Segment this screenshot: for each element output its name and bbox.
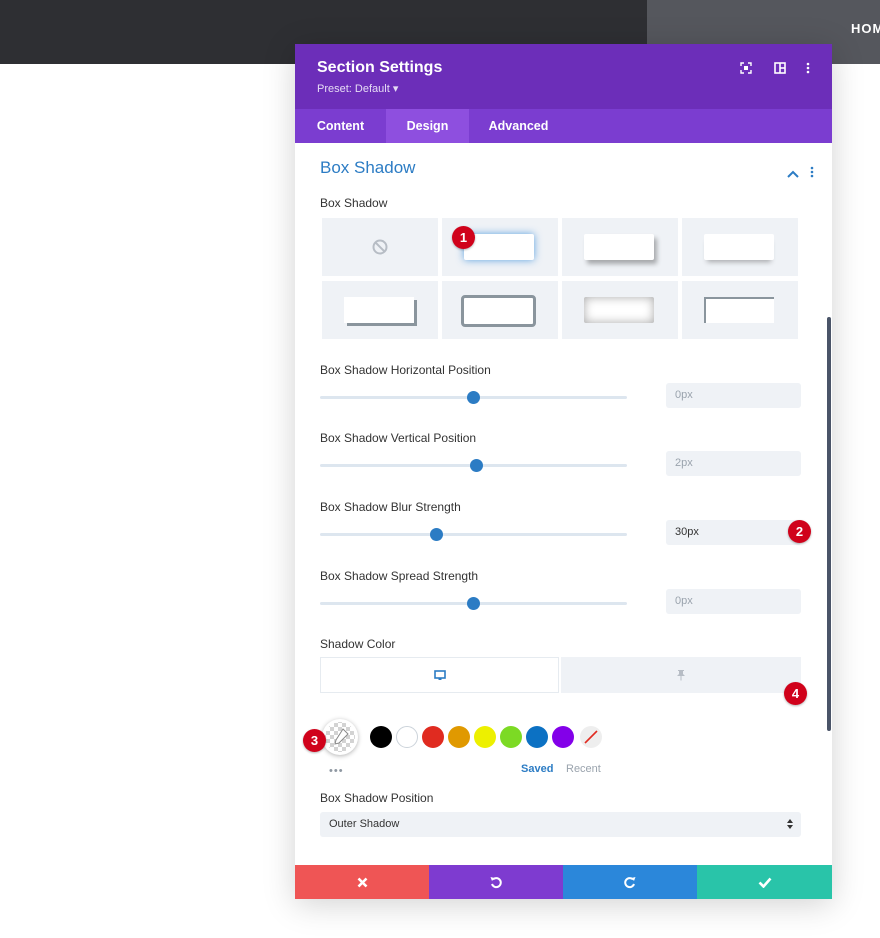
save-button[interactable] — [697, 865, 832, 899]
close-icon — [357, 877, 367, 887]
v-position-thumb[interactable] — [470, 459, 484, 472]
shadow-preview — [704, 297, 774, 323]
v-position-label: Box Shadow Vertical Position — [320, 431, 477, 445]
settings-tabs: Content Design Advanced — [295, 109, 832, 143]
shadow-position-value: Outer Shadow — [329, 818, 400, 830]
section-settings-modal: Section Settings Preset: Default ▾ Conte… — [295, 44, 832, 899]
split-view-icon[interactable] — [772, 60, 788, 76]
shadow-preset-7[interactable] — [682, 281, 798, 339]
shadow-position-label: Box Shadow Position — [320, 791, 434, 805]
shadow-preset-6[interactable] — [562, 281, 678, 339]
swatch-blue[interactable] — [526, 726, 548, 748]
tab-design[interactable]: Design — [386, 109, 469, 143]
fullscreen-icon[interactable] — [738, 60, 754, 76]
shadow-preview — [584, 297, 654, 323]
swatch-clear[interactable] — [580, 726, 602, 748]
shadow-position-select[interactable]: Outer Shadow — [320, 812, 801, 837]
shadow-preset-5[interactable] — [442, 281, 558, 339]
shadow-preset-2[interactable] — [562, 218, 678, 276]
more-options-icon[interactable] — [800, 60, 816, 76]
undo-button[interactable] — [429, 865, 563, 899]
color-picker-current[interactable] — [322, 719, 358, 755]
shadow-preset-none[interactable] — [322, 218, 438, 276]
swatch-purple[interactable] — [552, 726, 574, 748]
blur-strength-thumb[interactable] — [430, 528, 444, 541]
modal-footer — [295, 865, 832, 899]
settings-content: Box Shadow Box Shadow Box Shadow Horizon… — [295, 143, 832, 865]
h-position-thumb[interactable] — [467, 391, 480, 404]
device-tabs — [320, 657, 801, 693]
undo-icon — [490, 877, 502, 889]
saved-tab[interactable]: Saved — [521, 763, 553, 775]
swatch-green[interactable] — [500, 726, 522, 748]
discard-button[interactable] — [295, 865, 429, 899]
redo-button[interactable] — [563, 865, 697, 899]
preset-dropdown[interactable]: Preset: Default ▾ — [317, 82, 398, 95]
h-position-input[interactable]: 0px — [666, 383, 801, 408]
shadow-preview — [704, 234, 774, 260]
scrollbar[interactable] — [827, 317, 831, 731]
transparent-checker-icon — [325, 722, 355, 752]
swatch-yellow[interactable] — [474, 726, 496, 748]
recent-tab[interactable]: Recent — [566, 763, 601, 775]
modal-title: Section Settings — [317, 59, 443, 76]
shadow-preset-4[interactable] — [322, 281, 438, 339]
box-shadow-label: Box Shadow — [320, 196, 388, 210]
tab-content[interactable]: Content — [295, 109, 386, 143]
blur-strength-slider[interactable] — [320, 533, 627, 536]
annotation-marker-1: 1 — [452, 226, 475, 249]
h-position-label: Box Shadow Horizontal Position — [320, 363, 491, 377]
annotation-marker-4: 4 — [784, 682, 807, 705]
annotation-marker-2: 2 — [788, 520, 811, 543]
tab-hover[interactable] — [561, 657, 801, 693]
annotation-marker-3: 3 — [303, 729, 326, 752]
redo-icon — [624, 877, 636, 889]
no-shadow-icon — [372, 239, 388, 255]
more-colors-dots[interactable]: ••• — [329, 765, 344, 777]
select-arrows-icon — [787, 819, 793, 829]
pin-icon — [677, 670, 685, 681]
spread-strength-thumb[interactable] — [467, 597, 480, 610]
spread-strength-label: Box Shadow Spread Strength — [320, 569, 479, 583]
no-color-icon — [584, 730, 598, 744]
swatch-red[interactable] — [422, 726, 444, 748]
shadow-color-label: Shadow Color — [320, 637, 396, 651]
swatch-white[interactable] — [396, 726, 418, 748]
shadow-preview — [344, 297, 414, 323]
section-more-icon[interactable] — [810, 161, 814, 183]
blur-strength-input[interactable]: 30px — [666, 520, 801, 545]
v-position-input[interactable]: 2px — [666, 451, 801, 476]
blur-strength-label: Box Shadow Blur Strength — [320, 500, 461, 514]
swatch-orange[interactable] — [448, 726, 470, 748]
shadow-preview — [584, 234, 654, 260]
shadow-preview — [461, 295, 536, 327]
checkmark-icon — [758, 877, 771, 888]
swatch-black[interactable] — [370, 726, 392, 748]
desktop-icon — [433, 669, 446, 680]
section-title[interactable]: Box Shadow — [320, 158, 415, 178]
nav-link-home[interactable]: HOM — [851, 21, 880, 36]
spread-strength-input[interactable]: 0px — [666, 589, 801, 614]
shadow-preset-3[interactable] — [682, 218, 798, 276]
chevron-up-icon[interactable] — [787, 161, 799, 183]
tab-advanced[interactable]: Advanced — [469, 109, 568, 143]
modal-header: Section Settings Preset: Default ▾ — [295, 44, 832, 109]
tab-desktop[interactable] — [320, 657, 559, 693]
